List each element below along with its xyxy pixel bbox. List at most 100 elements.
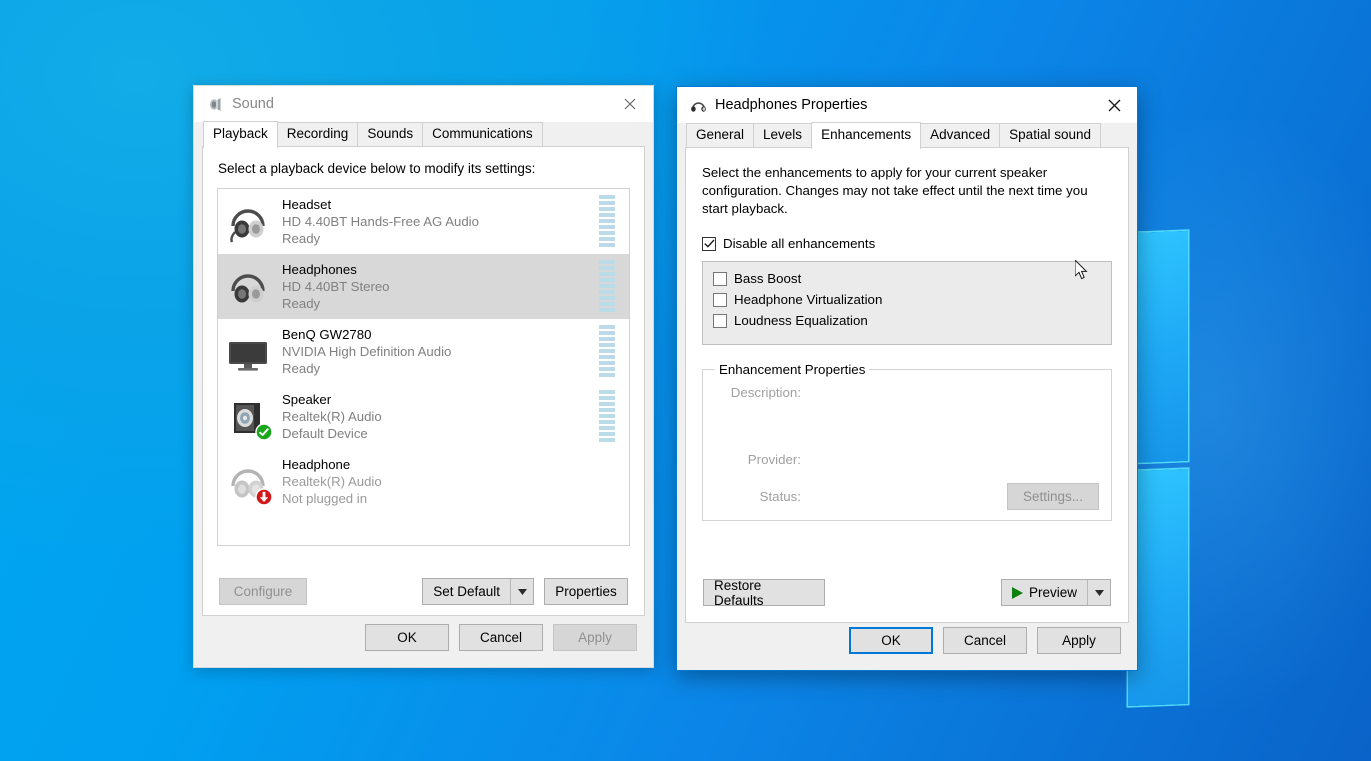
configure-button[interactable]: Configure: [219, 578, 307, 605]
enhancement-label: Headphone Virtualization: [734, 292, 882, 307]
set-default-split-button[interactable]: Set Default: [422, 578, 534, 605]
device-name: Headset: [282, 196, 599, 213]
headphones-icon: [226, 261, 272, 313]
sound-tabstrip[interactable]: Playback Recording Sounds Communications: [194, 122, 653, 146]
properties-tabstrip[interactable]: General Levels Enhancements Advanced Spa…: [677, 123, 1137, 147]
preview-text: Preview: [1029, 585, 1077, 600]
device-name: Headphone: [282, 456, 599, 473]
device-name: BenQ GW2780: [282, 326, 599, 343]
tab-recording[interactable]: Recording: [277, 122, 359, 146]
sound-footer: OK Cancel Apply: [194, 607, 653, 667]
close-icon[interactable]: [607, 86, 653, 122]
device-row[interactable]: SpeakerRealtek(R) AudioDefault Device: [218, 384, 629, 449]
properties-apply-button[interactable]: Apply: [1037, 627, 1121, 654]
speaker-box-icon: [226, 391, 272, 443]
enhancement-item[interactable]: Bass Boost: [713, 271, 1111, 286]
device-status: Default Device: [282, 425, 599, 442]
enhancement-properties-group: Enhancement Properties Description: Prov…: [702, 362, 1112, 521]
sound-title-text: Sound: [232, 96, 274, 112]
tab-enhancements[interactable]: Enhancements: [811, 122, 921, 149]
preview-label: Preview: [1002, 580, 1087, 605]
properties-cancel-button[interactable]: Cancel: [943, 627, 1027, 654]
device-driver: HD 4.40BT Hands-Free AG Audio: [282, 213, 599, 230]
properties-title-text: Headphones Properties: [715, 97, 867, 113]
monitor-icon: [226, 326, 272, 378]
device-action-buttons: Configure Set Default Properties: [203, 578, 644, 605]
sound-cancel-button[interactable]: Cancel: [459, 624, 543, 651]
properties-ok-button[interactable]: OK: [849, 627, 933, 654]
device-driver: Realtek(R) Audio: [282, 408, 599, 425]
tab-general[interactable]: General: [686, 123, 754, 147]
tab-communications[interactable]: Communications: [422, 122, 543, 146]
headphone-unplugged-icon: [226, 456, 272, 508]
restore-defaults-button[interactable]: Restore Defaults: [703, 579, 825, 606]
headphones-icon: [689, 96, 707, 114]
status-label: Status:: [715, 489, 801, 504]
sound-ok-button[interactable]: OK: [365, 624, 449, 651]
sound-titlebar[interactable]: Sound: [194, 86, 653, 122]
enhancements-listbox[interactable]: Bass Boost Headphone Virtualization Loudne…: [702, 261, 1112, 345]
enhancements-tab-panel: Select the enhancements to apply for you…: [685, 147, 1129, 623]
volume-meter: [599, 260, 615, 314]
enhancement-label: Bass Boost: [734, 271, 801, 286]
enhancement-label: Loudness Equalization: [734, 313, 868, 328]
headset-icon: [226, 196, 272, 248]
tab-levels[interactable]: Levels: [753, 123, 812, 147]
device-row[interactable]: HeadphoneRealtek(R) AudioNot plugged in: [218, 449, 629, 514]
device-driver: NVIDIA High Definition Audio: [282, 343, 599, 360]
disable-all-enhancements-label: Disable all enhancements: [723, 236, 875, 251]
enhancement-properties-legend: Enhancement Properties: [715, 362, 869, 377]
sound-apply-button[interactable]: Apply: [553, 624, 637, 651]
enhancement-item[interactable]: Loudness Equalization: [713, 313, 1111, 328]
enhancement-item[interactable]: Headphone Virtualization: [713, 292, 1111, 307]
device-text: BenQ GW2780NVIDIA High Definition AudioR…: [272, 326, 599, 377]
device-name: Speaker: [282, 391, 599, 408]
checkbox-unchecked-icon[interactable]: [713, 272, 727, 286]
device-status: Ready: [282, 230, 599, 247]
device-name: Headphones: [282, 261, 599, 278]
checkbox-unchecked-icon[interactable]: [713, 293, 727, 307]
device-status: Not plugged in: [282, 490, 599, 507]
checkbox-checked-icon: [702, 237, 716, 251]
settings-button[interactable]: Settings...: [1007, 483, 1099, 510]
description-row: Description:: [715, 385, 1099, 400]
speaker-icon: [206, 95, 224, 113]
device-row[interactable]: BenQ GW2780NVIDIA High Definition AudioR…: [218, 319, 629, 384]
tab-spatial-sound[interactable]: Spatial sound: [999, 123, 1101, 147]
properties-titlebar[interactable]: Headphones Properties: [677, 87, 1137, 123]
playback-device-list[interactable]: HeadsetHD 4.40BT Hands-Free AG AudioRead…: [217, 188, 630, 546]
tab-playback[interactable]: Playback: [203, 121, 278, 148]
disable-all-enhancements-checkbox[interactable]: Disable all enhancements: [702, 236, 1128, 251]
device-text: SpeakerRealtek(R) AudioDefault Device: [272, 391, 599, 442]
sound-dialog[interactable]: Sound Playback Recording Sounds Communic…: [193, 85, 654, 668]
device-text: HeadphoneRealtek(R) AudioNot plugged in: [272, 456, 599, 507]
play-icon: [1012, 587, 1023, 599]
properties-button[interactable]: Properties: [544, 578, 628, 605]
status-row: Status: Settings...: [715, 483, 1099, 510]
chevron-down-icon[interactable]: [1087, 580, 1110, 605]
enhancement-bottom-buttons: Restore Defaults Preview: [686, 579, 1128, 606]
volume-meter: [599, 195, 615, 249]
playback-hint: Select a playback device below to modify…: [203, 147, 644, 176]
close-icon[interactable]: [1091, 87, 1137, 123]
playback-tab-panel: Select a playback device below to modify…: [202, 146, 645, 616]
chevron-down-icon[interactable]: [510, 579, 533, 604]
headphones-properties-dialog[interactable]: Headphones Properties General Levels Enh…: [676, 86, 1138, 671]
enhancements-description: Select the enhancements to apply for you…: [686, 148, 1128, 218]
set-default-label: Set Default: [423, 579, 510, 604]
device-driver: HD 4.40BT Stereo: [282, 278, 599, 295]
volume-meter: [599, 325, 615, 379]
device-row[interactable]: HeadsetHD 4.40BT Hands-Free AG AudioRead…: [218, 189, 629, 254]
provider-row: Provider:: [715, 452, 1099, 467]
tab-advanced[interactable]: Advanced: [920, 123, 1000, 147]
device-row[interactable]: HeadphonesHD 4.40BT StereoReady: [218, 254, 629, 319]
checkbox-unchecked-icon[interactable]: [713, 314, 727, 328]
device-status: Ready: [282, 295, 599, 312]
provider-label: Provider:: [715, 452, 801, 467]
device-text: HeadsetHD 4.40BT Hands-Free AG AudioRead…: [272, 196, 599, 247]
device-text: HeadphonesHD 4.40BT StereoReady: [272, 261, 599, 312]
device-driver: Realtek(R) Audio: [282, 473, 599, 490]
description-label: Description:: [715, 385, 801, 400]
tab-sounds[interactable]: Sounds: [357, 122, 423, 146]
preview-split-button[interactable]: Preview: [1001, 579, 1111, 606]
